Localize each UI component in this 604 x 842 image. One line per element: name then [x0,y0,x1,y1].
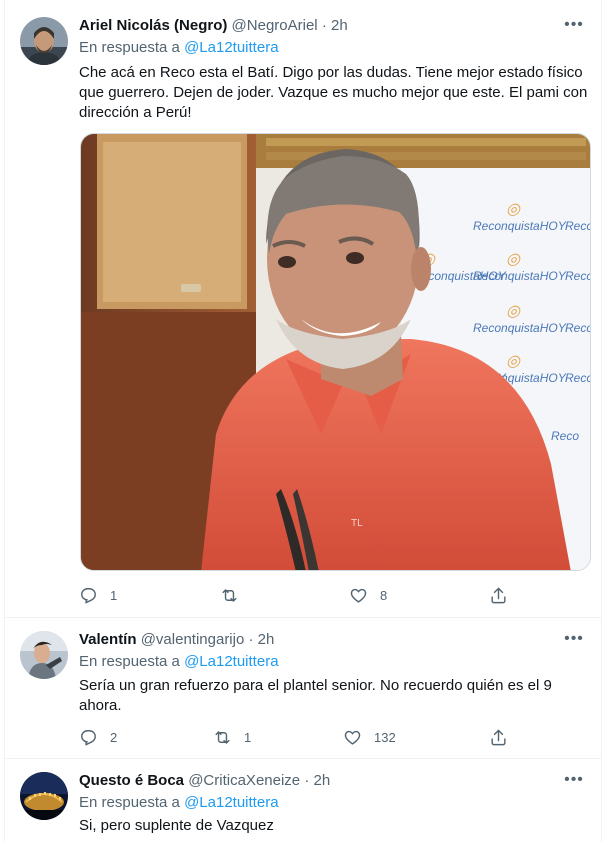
tweet[interactable]: Ariel Nicolás (Negro) @NegroAriel · 2h •… [5,0,602,618]
more-icon[interactable]: ••• [564,631,584,652]
reply-icon [81,729,96,746]
timestamp[interactable]: · 2h [304,772,330,789]
backdrop-logo: Reco [565,371,591,385]
retweet-button[interactable] [220,585,251,605]
user-handle[interactable]: @CriticaXeneize [188,772,300,789]
reply-context: En respuesta a @La12tuittera [79,38,279,58]
like-icon [350,588,367,603]
tweet-text: Che acá en Reco esta el Batí. Digo por l… [79,64,588,121]
reply-to-handle[interactable]: @La12tuittera [184,794,278,811]
svg-text:◎: ◎ [506,251,522,268]
avatar[interactable] [20,631,68,679]
timestamp[interactable]: · 2h [322,17,348,34]
retweet-icon [222,588,237,602]
display-name[interactable]: Questo é Boca [79,772,184,789]
like-count: 132 [374,729,396,745]
avatar[interactable] [20,17,68,65]
reply-icon [81,587,96,604]
tweet[interactable]: Questo é Boca @CriticaXeneize · 2h ••• E… [5,759,602,842]
display-name[interactable]: Valentín [79,631,137,648]
tweet-header: Questo é Boca @CriticaXeneize · 2h [79,771,330,791]
share-icon [491,587,506,603]
user-handle[interactable]: @valentingarijo [141,631,245,648]
share-button[interactable] [489,585,508,605]
user-handle[interactable]: @NegroAriel [232,17,318,34]
tweet[interactable]: Valentín @valentingarijo · 2h ••• En res… [5,618,602,759]
timestamp[interactable]: · 2h [249,631,275,648]
tweet-header: Valentín @valentingarijo · 2h [79,630,274,650]
svg-text:◎: ◎ [506,353,522,370]
backdrop-logo: ReconquistaHOY [473,219,567,233]
reply-count: 1 [110,587,118,603]
backdrop-logo: Reco [565,269,591,283]
like-button[interactable]: 132 [343,727,396,747]
reply-to-handle[interactable]: @La12tuittera [184,39,278,56]
reply-context: En respuesta a @La12tuittera [79,652,279,672]
svg-text:◎: ◎ [506,303,522,320]
tweet-text: Sería un gran refuerzo para el plantel s… [79,677,552,714]
backdrop-logo: Reco [551,429,579,443]
tweet-photo[interactable]: ◎ ReconquistaHOY Reco ◎ ReconquistaHOY ◎… [80,133,591,571]
backdrop-logo: ReconquistaHOY [473,321,567,335]
like-button[interactable]: 8 [349,585,387,605]
reply-prefix: En respuesta a [79,653,180,670]
reply-count: 2 [110,729,118,745]
tweet-actions: 1 8 [79,585,509,605]
photo-image: ◎ ReconquistaHOY Reco ◎ ReconquistaHOY ◎… [81,134,591,570]
tweet-actions: 2 1 132 [79,727,509,747]
share-button[interactable] [489,727,508,747]
retweet-button[interactable]: 1 [213,727,251,747]
tweet-text: Si, pero suplente de Vazquez [79,817,274,834]
retweet-icon [215,730,230,744]
share-icon [491,729,506,745]
reply-button[interactable]: 1 [79,585,117,605]
more-icon[interactable]: ••• [564,772,584,793]
reply-prefix: En respuesta a [79,794,180,811]
like-icon [344,730,361,745]
reply-button[interactable]: 2 [79,727,117,747]
retweet-count: 1 [244,729,252,745]
reply-context: En respuesta a @La12tuittera [79,793,279,813]
more-icon[interactable]: ••• [564,17,584,38]
like-count: 8 [380,587,388,603]
avatar[interactable] [20,772,68,820]
svg-text:◎: ◎ [506,201,522,218]
reply-to-handle[interactable]: @La12tuittera [184,653,278,670]
tweet-header: Ariel Nicolás (Negro) @NegroAriel · 2h [79,16,348,36]
backdrop-logo: Reco [565,321,591,335]
backdrop-logo: ReconquistaHOY [473,269,567,283]
shirt-logo: TL [351,518,363,529]
reply-prefix: En respuesta a [79,39,180,56]
backdrop-logo: Reco [565,219,591,233]
display-name[interactable]: Ariel Nicolás (Negro) [79,17,227,34]
